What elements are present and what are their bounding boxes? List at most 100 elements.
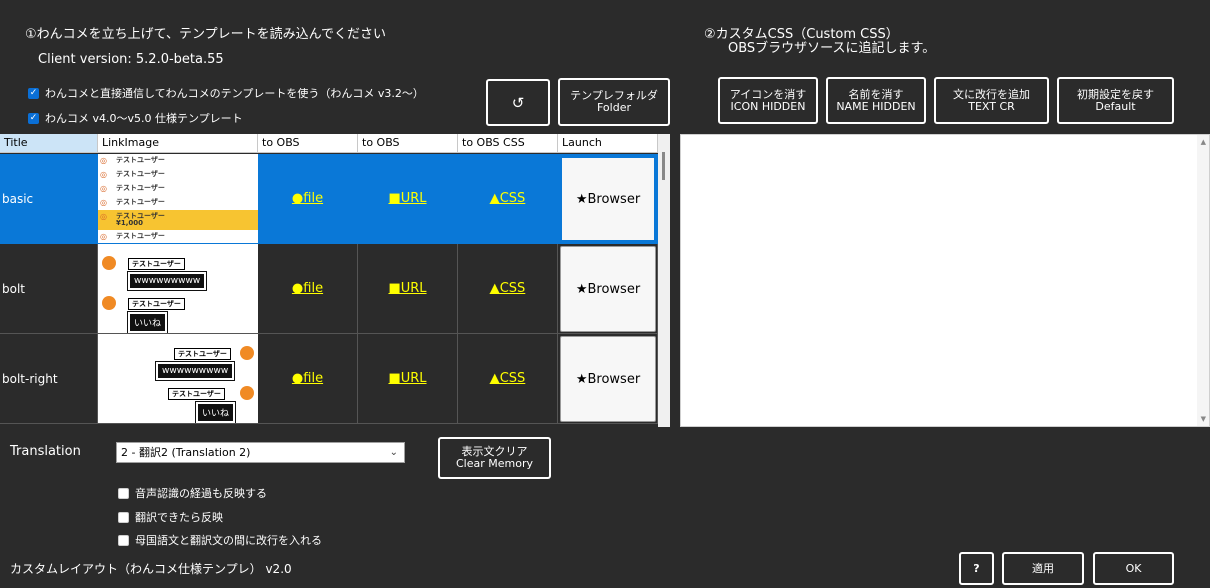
avatar-icon: ◎ [100,156,107,165]
name-hidden-label: 名前を消す [848,87,904,101]
translation-select[interactable]: 2 - 翻訳2 (Translation 2) ⌄ [116,442,405,463]
column-header-linkimage[interactable]: LinkImage [98,134,258,153]
file-link[interactable]: ●file [292,191,323,206]
checkbox-box [118,487,129,499]
avatar-icon: ◎ [100,170,107,179]
table-row[interactable]: bolt テストユーザー wwwwwwwww テストユーザー いいね ●file… [0,244,658,334]
css-link[interactable]: ▲CSS [490,281,526,296]
reflect-on-translate-checkbox[interactable]: 翻訳できたら反映 [118,509,223,525]
thumb-user: テストユーザー [116,184,165,192]
thumb-user: テストユーザー [174,348,231,360]
checkmark-icon: ✓ [28,87,39,99]
thumb-user: テストユーザー [128,258,185,270]
avatar-icon: ◎ [100,232,107,241]
file-link[interactable]: ●file [292,281,323,296]
url-link-cell: ■URL [358,244,458,334]
v4-template-checkbox[interactable]: ✓ わんコメ v4.0〜v5.0 仕様テンプレート [28,110,243,126]
thumb-user: テストユーザー [116,156,165,164]
file-link-cell: ●file [258,154,358,244]
default-label: 初期設定を戻す [1077,87,1154,101]
scroll-up-icon[interactable]: ▲ [1201,138,1206,146]
avatar-icon [102,256,116,270]
thumb-user: テストユーザー [168,388,225,400]
url-link[interactable]: ■URL [388,191,426,206]
css-link[interactable]: ▲CSS [490,371,526,386]
ok-label: OK [1125,561,1142,575]
column-header-to-obs-file[interactable]: to OBS [258,134,358,153]
url-link-cell: ■URL [358,154,458,244]
table-row[interactable]: basic ◎ テストユーザー ◎ テストユーザー ◎ テストユーザー ◎ テス… [0,154,658,244]
css-scrollbar[interactable]: ▲ ▼ [1197,135,1209,426]
v4-template-label: わんコメ v4.0〜v5.0 仕様テンプレート [45,112,243,125]
grid-scrollbar[interactable] [658,134,670,427]
url-link-cell: ■URL [358,334,458,424]
thumb-message: いいね [194,401,237,423]
thumb-message: wwwwwwwww [154,361,236,381]
translation-label: Translation [10,444,81,459]
clear-memory-button[interactable]: 表示文クリア Clear Memory [438,437,551,479]
launch-browser-button[interactable]: ★Browser [560,246,656,332]
file-link[interactable]: ●file [292,371,323,386]
css-link-cell: ▲CSS [458,334,558,424]
grid-header: Title LinkImage to OBS to OBS to OBS CSS… [0,134,658,153]
avatar-icon [102,296,116,310]
scrollbar-thumb[interactable] [662,152,665,180]
name-hidden-button[interactable]: 名前を消す NAME HIDDEN [826,77,926,124]
launch-cell: ★Browser [558,154,658,244]
url-link[interactable]: ■URL [388,281,426,296]
ok-button[interactable]: OK [1093,552,1174,585]
speech-progress-label: 音声認識の経過も反映する [135,487,267,500]
column-header-launch[interactable]: Launch [558,134,658,153]
launch-cell: ★Browser [558,244,658,334]
chevron-down-icon: ⌄ [389,447,398,458]
css-link-cell: ▲CSS [458,244,558,334]
column-header-title[interactable]: Title [0,134,98,153]
avatar-icon [240,386,254,400]
template-folder-button[interactable]: テンプレフォルダ Folder [558,78,670,126]
checkbox-box [118,511,129,523]
refresh-button[interactable]: ↺ [486,79,550,126]
row-title: bolt-right [0,334,98,424]
thumb-message: wwwwwwwww [126,271,208,291]
launch-browser-button[interactable]: ★Browser [560,336,656,422]
thumb-amount: ¥1,000 [116,219,144,227]
translation-selected: 2 - 翻訳2 (Translation 2) [121,446,251,459]
preview-thumbnail: テストユーザー wwwwwwwww テストユーザー いいね [98,244,258,334]
icon-hidden-button[interactable]: アイコンを消す ICON HIDDEN [718,77,818,124]
avatar-icon [240,346,254,360]
preview-thumbnail: テストユーザー wwwwwwwww テストユーザー いいね [98,334,258,424]
checkbox-box [118,534,129,546]
speech-progress-checkbox[interactable]: 音声認識の経過も反映する [118,485,267,501]
avatar-icon: ◎ [100,198,107,207]
file-link-cell: ●file [258,244,358,334]
row-title: basic [0,154,98,244]
help-button[interactable]: ? [959,552,994,585]
column-header-to-obs-url[interactable]: to OBS [358,134,458,153]
refresh-icon: ↺ [511,93,525,112]
url-link[interactable]: ■URL [388,371,426,386]
avatar-icon: ◎ [100,184,107,193]
newline-between-label: 母国語文と翻訳文の間に改行を入れる [135,534,322,547]
checkmark-icon: ✓ [28,112,39,124]
layout-name: カスタムレイアウト（わんコメ仕様テンプレ） v2.0 [10,562,292,576]
css-link[interactable]: ▲CSS [490,191,526,206]
thumb-user: テストユーザー [128,298,185,310]
launch-browser-button[interactable]: ★Browser [560,156,656,242]
file-link-cell: ●file [258,334,358,424]
table-row[interactable]: bolt-right テストユーザー wwwwwwwww テストユーザー いいね… [0,334,658,424]
avatar-icon: ◎ [100,212,107,221]
step1-instruction: ①わんコメを立ち上げて、テンプレートを読み込んでください [25,27,386,42]
column-header-to-obs-css[interactable]: to OBS CSS [458,134,558,153]
thumb-user: テストユーザー [116,170,165,178]
row-title: bolt [0,244,98,334]
text-cr-button[interactable]: 文に改行を追加 TEXT CR [934,77,1049,124]
client-version: Client version: 5.2.0-beta.55 [38,52,224,67]
newline-between-checkbox[interactable]: 母国語文と翻訳文の間に改行を入れる [118,532,322,548]
icon-hidden-label: アイコンを消す [729,87,807,101]
scroll-down-icon[interactable]: ▼ [1201,415,1206,423]
default-button[interactable]: 初期設定を戻す Default [1057,77,1174,124]
direct-connect-checkbox[interactable]: ✓ わんコメと直接通信してわんコメのテンプレートを使う（わんコメ v3.2〜） [28,85,424,101]
custom-css-textarea[interactable]: ▲ ▼ [680,134,1210,427]
thumb-message: いいね [126,311,169,333]
apply-button[interactable]: 適用 [1002,552,1084,585]
